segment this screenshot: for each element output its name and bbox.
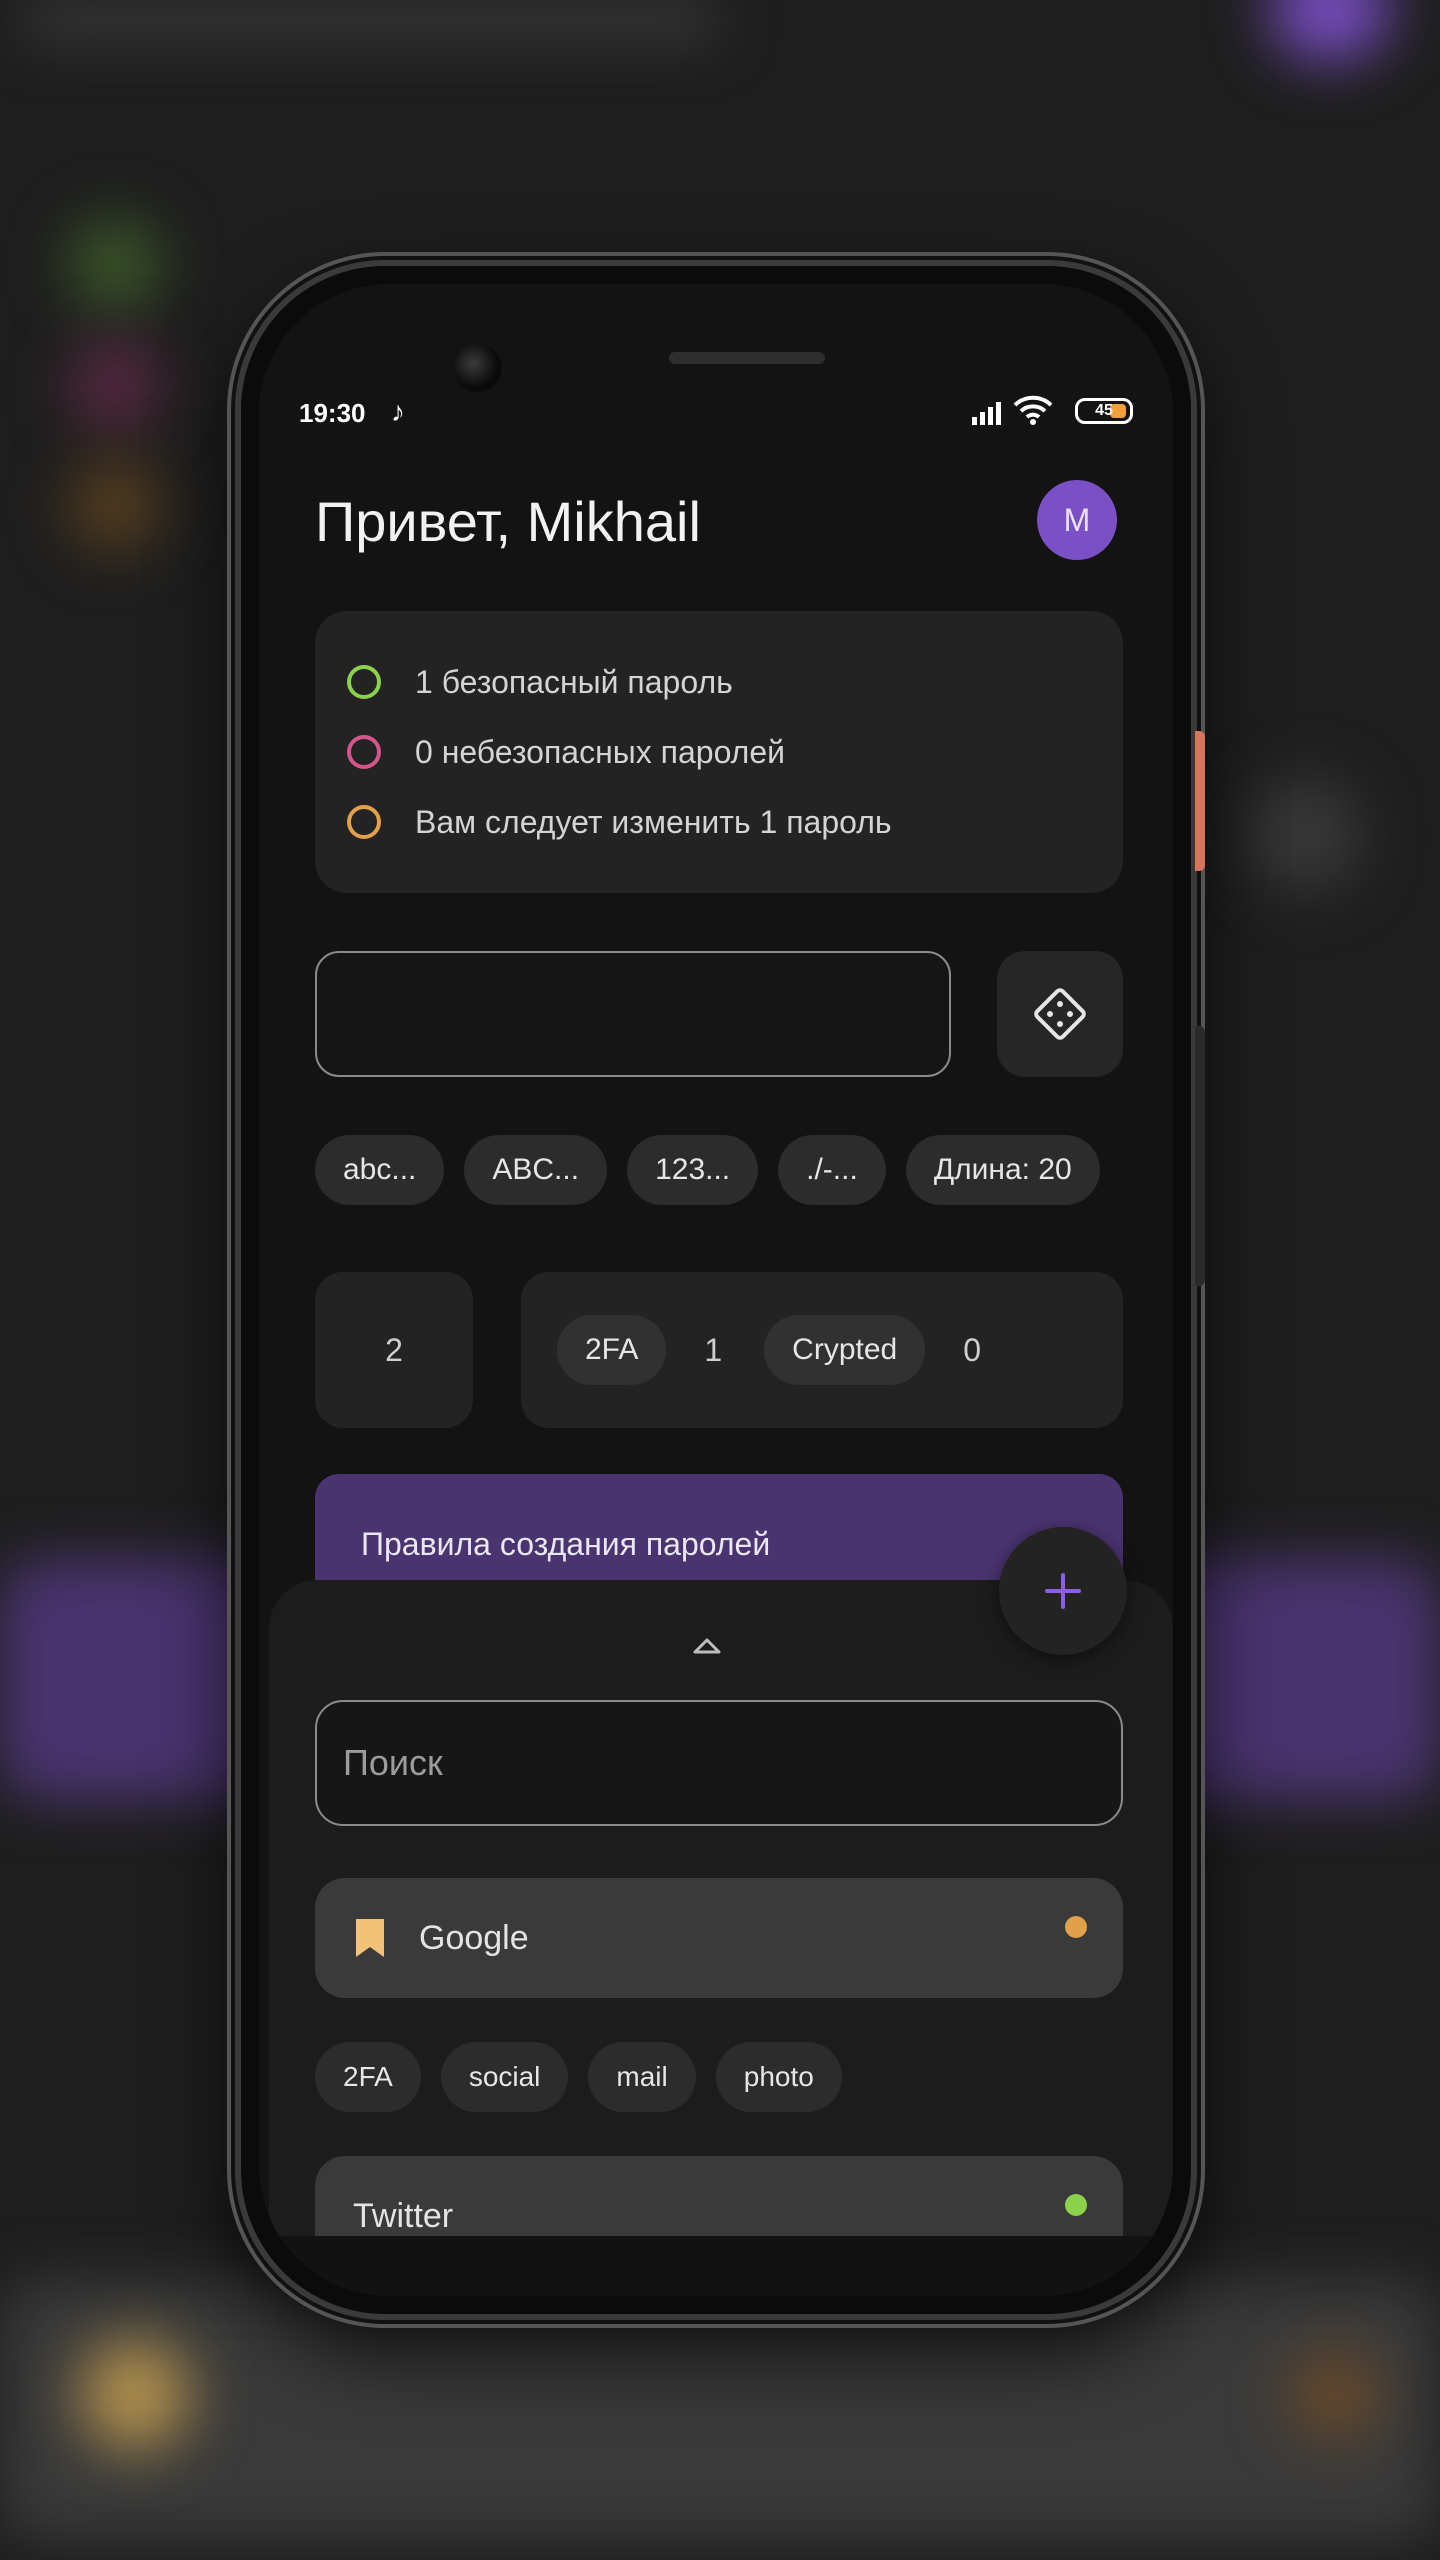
dice-icon [1034, 988, 1086, 1040]
total-passwords-count: 2 [315, 1272, 473, 1428]
bookmark-icon [356, 1919, 384, 1957]
front-camera [454, 344, 502, 392]
volume-button [1195, 1026, 1205, 1286]
summary-secure-label: 1 безопасный пароль [415, 663, 733, 700]
generator-options: abc... ABC... 123... ./-... Длина: 20 [315, 1135, 1100, 1205]
entry-status-dot [1065, 2194, 1087, 2216]
summary-secure: 1 безопасный пароль [347, 647, 1091, 717]
entry-status-dot [1065, 1916, 1087, 1938]
summary-change: Вам следует изменить 1 пароль [347, 787, 1091, 857]
entry-tag-chip[interactable]: photo [715, 2042, 842, 2112]
entry-tag-chip[interactable]: social [440, 2042, 569, 2112]
option-uppercase-chip[interactable]: ABC... [464, 1135, 608, 1205]
option-symbols-chip[interactable]: ./-... [778, 1135, 886, 1205]
greeting-title: Привет, Mikhail [315, 490, 701, 553]
entry-title: Twitter [353, 2196, 454, 2235]
avatar[interactable]: M [1037, 480, 1117, 560]
entry-tags: 2FA social mail photo [315, 2042, 842, 2112]
secure-status-ring-icon [347, 665, 381, 699]
earpiece-speaker [669, 352, 825, 364]
password-summary-card: 1 безопасный пароль 0 небезопасных парол… [315, 611, 1123, 893]
change-status-ring-icon [347, 805, 381, 839]
generated-password-field[interactable] [315, 951, 951, 1077]
tag-count-2fa: 1 [704, 1331, 723, 1368]
option-length-chip[interactable]: Длина: 20 [905, 1135, 1100, 1205]
tag-count-crypted: 0 [963, 1331, 982, 1368]
search-field[interactable] [315, 1700, 1123, 1826]
battery-icon: 45 [1075, 398, 1133, 424]
search-input[interactable] [343, 1742, 1121, 1784]
sheet-handle-chevron-up-icon[interactable] [691, 1636, 723, 1658]
password-entry-google[interactable]: Google [315, 1878, 1123, 1998]
battery-level: 45 [1095, 402, 1113, 419]
bottom-system-bar [259, 2236, 1173, 2296]
generate-password-button[interactable] [997, 951, 1123, 1077]
option-lowercase-chip[interactable]: abc... [315, 1135, 445, 1205]
wifi-icon [1013, 395, 1053, 425]
add-password-button[interactable] [999, 1527, 1127, 1655]
summary-insecure-label: 0 небезопасных паролей [415, 733, 786, 770]
music-note-icon: ♪ [391, 396, 405, 427]
status-bar: 19:30 ♪ 45 [299, 394, 1133, 434]
cellular-signal-icon [972, 402, 1001, 425]
summary-insecure: 0 небезопасных паролей [347, 717, 1091, 787]
tag-chip-crypted[interactable]: Crypted [764, 1315, 926, 1385]
summary-change-label: Вам следует изменить 1 пароль [415, 803, 892, 840]
app-screen: 19:30 ♪ 45 Привет, Mikhail M 1 безопасны… [259, 284, 1173, 2296]
tag-chip-2fa[interactable]: 2FA [557, 1315, 667, 1385]
option-digits-chip[interactable]: 123... [627, 1135, 759, 1205]
entry-tag-chip[interactable]: mail [588, 2042, 696, 2112]
status-time: 19:30 [299, 398, 366, 428]
power-button [1195, 731, 1205, 871]
entry-title: Google [419, 1918, 529, 1957]
phone-frame: 19:30 ♪ 45 Привет, Mikhail M 1 безопасны… [235, 260, 1205, 2320]
plus-icon [1045, 1573, 1081, 1609]
tag-stats: 2FA 1 Crypted 0 [521, 1272, 1123, 1428]
entry-tag-chip[interactable]: 2FA [315, 2042, 421, 2112]
insecure-status-ring-icon [347, 735, 381, 769]
